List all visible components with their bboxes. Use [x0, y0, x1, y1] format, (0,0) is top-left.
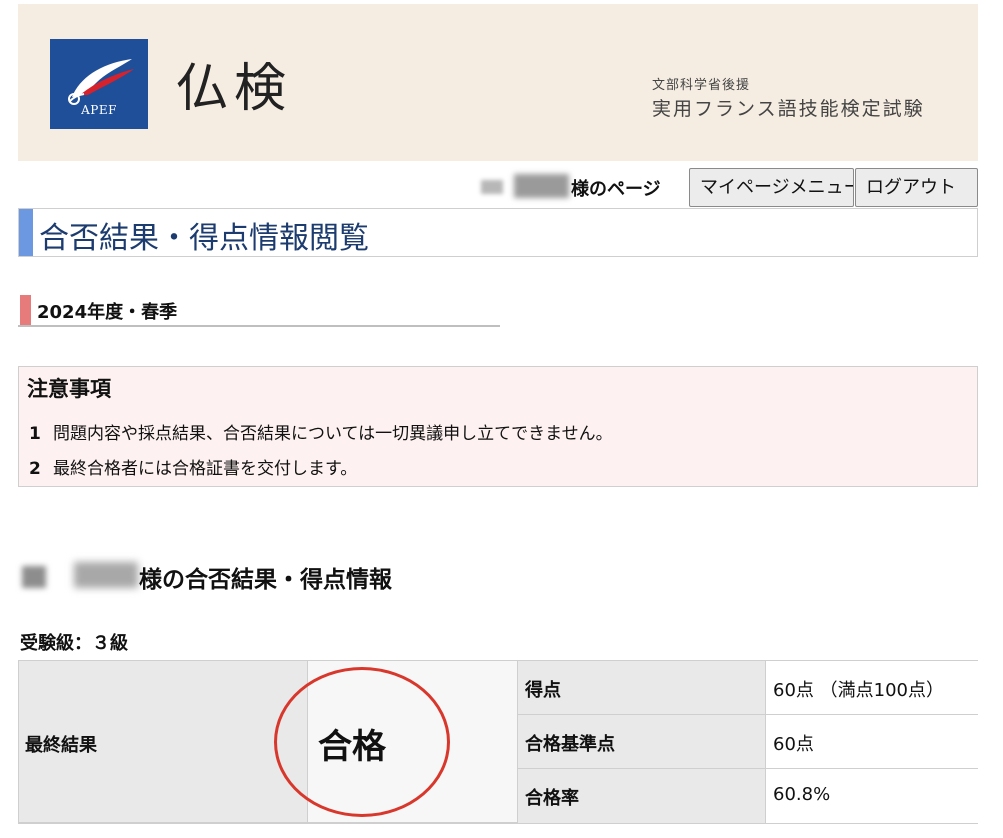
result-table: 最終結果 合格 得点 60点 （満点100点） 合格基準点 60点 合格率 60… — [18, 660, 978, 824]
notice-box: 注意事項 1 問題内容や採点結果、合否結果については一切異議申し立てできません。 … — [18, 366, 978, 487]
final-result-value-cell: 合格 — [274, 661, 518, 823]
site-title: 仏検 — [176, 59, 293, 119]
notice-item-text: 最終合格者には合格証書を交付します。 — [53, 459, 358, 479]
page-title: 合否結果・得点情報閲覧 — [39, 221, 369, 256]
section-title-text: 2024年度・春季 — [37, 302, 178, 323]
passing-score-label-cell: 合格基準点 — [518, 715, 766, 769]
final-result-label: 最終結果 — [25, 735, 97, 756]
notice-item-number: 2 — [29, 459, 41, 479]
result-heading: 様の合否結果・得点情報 — [18, 558, 718, 594]
pass-circle-stamp — [274, 667, 450, 817]
user-page-label: 様のページ — [571, 179, 661, 200]
logout-button[interactable]: ログアウト — [855, 168, 978, 207]
redacted-name — [22, 566, 46, 588]
site-header: APEF 仏検 文部科学省後援 実用フランス語技能検定試験 — [18, 4, 978, 161]
grade-label: 受験級：３級 — [20, 633, 128, 654]
pass-rate-value-cell: 60.8% — [766, 769, 978, 823]
heading-accent-bar — [19, 209, 33, 256]
pass-rate-label: 合格率 — [525, 788, 579, 809]
score-value-cell: 60点 （満点100点） — [766, 661, 978, 715]
score-value: 60点 （満点100点） — [773, 680, 944, 701]
mypage-menu-button[interactable]: マイページメニュー — [689, 168, 854, 207]
score-label-cell: 得点 — [518, 661, 766, 715]
sponsor-text: 文部科学省後援 — [652, 78, 751, 93]
passing-score-value: 60点 — [773, 734, 814, 755]
notice-item-text: 問題内容や採点結果、合否結果については一切異議申し立てできません。 — [53, 424, 613, 444]
page-heading: 合否結果・得点情報閲覧 — [18, 208, 978, 257]
final-result-label-cell: 最終結果 — [19, 661, 308, 823]
notice-item: 2 最終合格者には合格証書を交付します。 — [29, 454, 357, 479]
logo-text: APEF — [81, 103, 117, 117]
organization-name: 実用フランス語技能検定試験 — [652, 98, 925, 120]
apef-logo: APEF — [50, 39, 148, 129]
pass-rate-label-cell: 合格率 — [518, 769, 766, 823]
notice-title: 注意事項 — [27, 377, 111, 401]
pass-rate-value: 60.8% — [773, 784, 831, 805]
section-title: 2024年度・春季 — [18, 295, 500, 327]
score-label: 得点 — [525, 680, 561, 701]
notice-item-number: 1 — [29, 424, 41, 444]
user-bar: 様のページ マイページメニュー ログアウト — [0, 168, 1003, 208]
notice-item: 1 問題内容や採点結果、合否結果については一切異議申し立てできません。 — [29, 419, 613, 444]
redacted-name — [74, 562, 138, 588]
redacted-name — [481, 180, 503, 194]
passing-score-value-cell: 60点 — [766, 715, 978, 769]
redacted-name — [514, 174, 569, 198]
passing-score-label: 合格基準点 — [525, 734, 615, 755]
result-heading-text: 様の合否結果・得点情報 — [139, 567, 392, 593]
section-accent-bar — [20, 295, 31, 325]
